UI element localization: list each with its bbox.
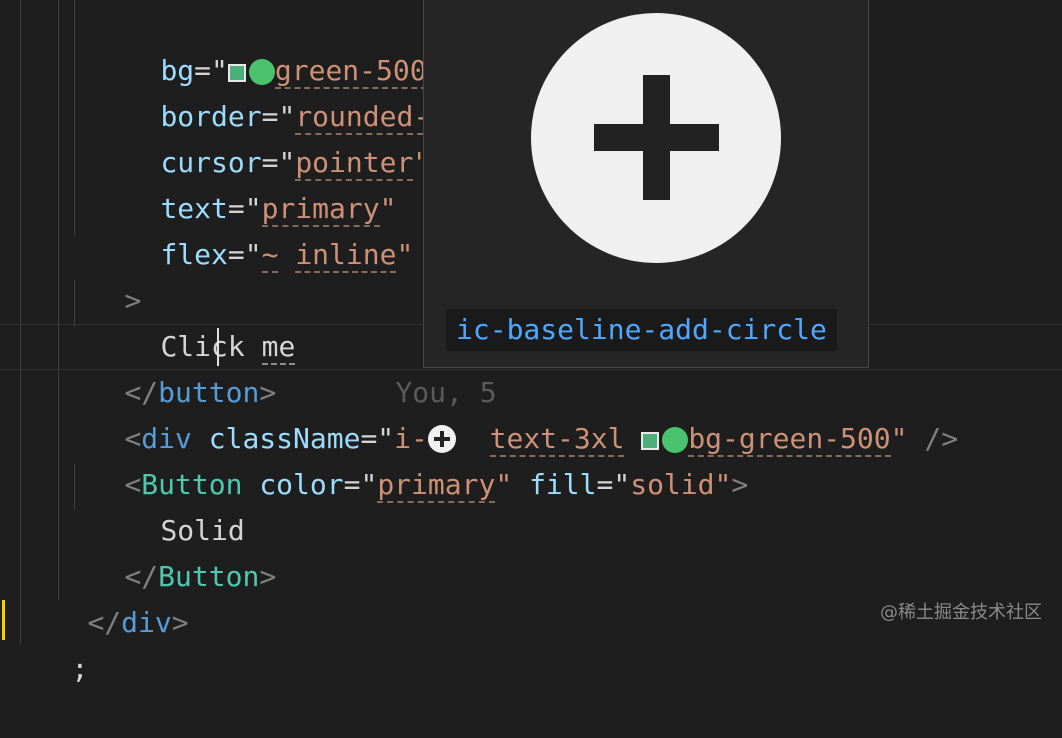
semicolon: ; [71,652,89,685]
attr-name: fill [529,468,597,501]
icon-preview-popup: ic-baseline-add-circle [423,0,869,368]
tag-close-bracket: > [731,468,749,501]
tag-name: div [121,606,172,639]
code-line[interactable]: Click me [93,278,296,365]
equals: =" [596,468,631,501]
code-line[interactable]: </Button> [57,508,276,593]
code-line[interactable]: ; [4,600,88,685]
attr-name: flex [160,238,228,271]
code-line[interactable]: bg=" green-500 [93,2,473,89]
attr-name: color [259,468,344,501]
attr-value: primary [377,468,496,503]
code-line[interactable]: </button> [57,324,276,409]
indent-guide [20,0,21,644]
tag-close-bracket: > [259,560,277,593]
watermark: @稀土掘金技术社区 [880,602,1042,623]
gutter-marker [2,600,5,640]
tag-open-bracket: </ [87,606,122,639]
self-close: /> [907,422,959,455]
tag-close-bracket: > [171,606,189,639]
code-line[interactable]: text="primary" [93,140,396,227]
quote: " [714,468,732,501]
code-line[interactable]: border="rounded-lg [93,48,464,135]
code-line[interactable]: </div> [20,554,188,639]
code-line[interactable]: <Button color="primary" fill="solid"> [57,416,748,503]
plus-vertical-bar [643,75,670,200]
quote: " [396,238,414,271]
quote: " [890,422,908,455]
code-line[interactable]: cursor="pointer" [93,94,430,181]
code-line[interactable]: <div className="i- text-3xl bg-green-500… [57,370,958,457]
equals: =" [227,238,262,271]
code-line[interactable]: > [57,232,141,317]
code-line[interactable]: flex="~ inline" [93,186,413,273]
text-cursor [217,328,219,366]
indent-guide [74,0,75,235]
equals: =" [343,468,378,501]
code-line[interactable]: Solid [93,462,244,547]
attr-value: inline [295,238,397,273]
attr-value: ~ [261,238,279,273]
attr-value: solid [630,468,715,501]
icon-name-label: ic-baseline-add-circle [446,309,837,351]
add-circle-icon [531,13,781,263]
quote: " [495,468,513,501]
